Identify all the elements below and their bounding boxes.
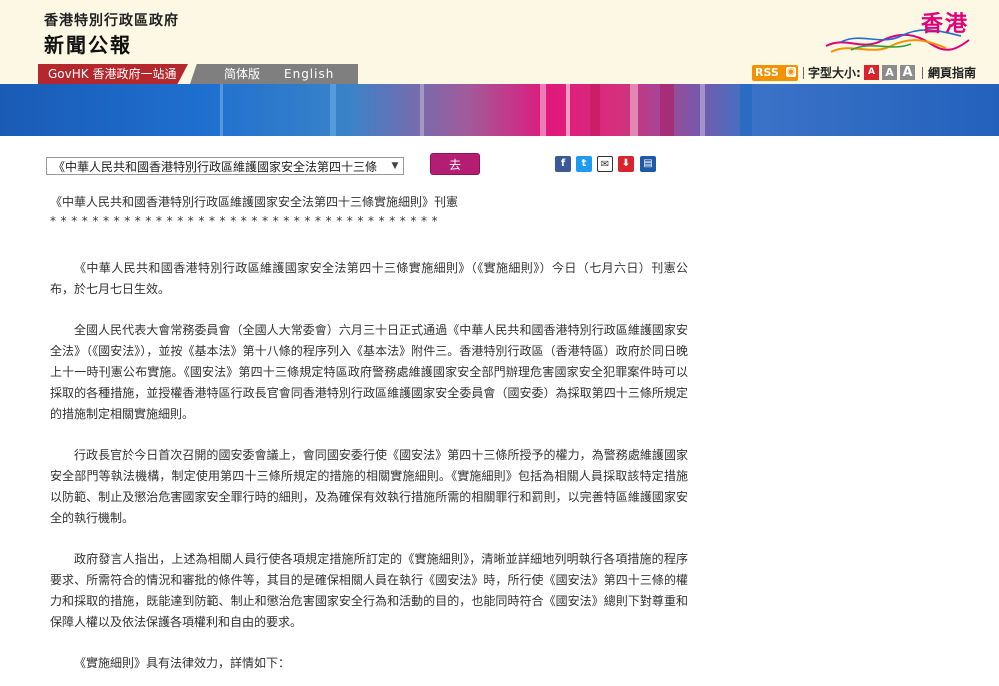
go-button[interactable]: 去 — [430, 153, 480, 175]
article-paragraph: 《實施細則》具有法律效力，詳情如下： — [74, 656, 291, 670]
banner-stripe — [660, 84, 674, 136]
top-nav-bar: GovHK 香港政府一站通 简体版 English RSS ◉ 字型大小: A … — [0, 62, 999, 84]
press-release-select[interactable]: 《中華人民共和國香港特別行政區維護國家安全法第四十三條 ▼ — [46, 157, 404, 175]
banner-stripe — [540, 84, 546, 136]
department-name: 香港特別行政區政府 — [44, 13, 179, 29]
banner-stripe — [740, 84, 752, 136]
divider — [803, 67, 804, 79]
font-size-large-button[interactable]: A — [900, 65, 915, 80]
rss-button[interactable]: RSS ◉ — [752, 65, 798, 81]
govhk-link[interactable]: GovHK 香港政府一站通 — [38, 64, 188, 84]
english-link[interactable]: English — [284, 64, 334, 84]
email-icon[interactable]: ✉ — [597, 156, 613, 172]
article-paragraph: 《中華人民共和國香港特別行政區維護國家安全法第四十三條實施細則》（《實施細則》）… — [50, 261, 688, 296]
font-size-small-button[interactable]: A — [864, 65, 879, 80]
select-value: 《中華人民共和國香港特別行政區維護國家安全法第四十三條 — [53, 160, 378, 174]
page-title[interactable]: 新聞公報 — [44, 29, 132, 58]
article-headline: 《中華人民共和國香港特別行政區維護國家安全法第四十三條實施細則》刊憲 — [50, 195, 459, 209]
print-icon[interactable]: ▤ — [640, 156, 656, 172]
simplified-chinese-link[interactable]: 简体版 — [224, 64, 260, 84]
banner-stripe — [590, 84, 600, 136]
banner-stripe — [220, 84, 223, 136]
article-body: 《中華人民共和國香港特別行政區維護國家安全法第四十三條實施細則》刊憲 *****… — [50, 194, 690, 686]
banner-stripe — [630, 84, 638, 136]
web-guide-link[interactable]: 網頁指南 — [928, 65, 976, 81]
site-header: 香港特別行政區政府 新聞公報 香港 — [0, 0, 999, 62]
brand-text: 香港 — [920, 11, 969, 37]
font-size-label: 字型大小: — [808, 66, 861, 80]
article-paragraph: 行政長官於今日首次召開的國安委會議上，會同國安委行使《國安法》第四十三條所授予的… — [50, 448, 688, 525]
header-banner — [0, 84, 999, 136]
rss-label: RSS — [755, 66, 779, 79]
divider — [922, 67, 923, 79]
download-icon[interactable]: ⬇ — [618, 156, 634, 172]
article-toolbar: 《中華人民共和國香港特別行政區維護國家安全法第四十三條 ▼ 去 f t ✉ ⬇ … — [0, 149, 999, 199]
article-paragraph: 全國人民代表大會常務委員會（全國人大常委會）六月三十日正式通過《中華人民共和國香… — [50, 323, 688, 421]
facebook-icon[interactable]: f — [555, 156, 571, 172]
banner-stripe — [566, 84, 570, 136]
article-paragraph: 政府發言人指出，上述為相關人員行使各項規定措施所訂定的《實施細則》，清晰並詳細地… — [50, 552, 688, 629]
rss-feed-icon: ◉ — [786, 67, 796, 77]
banner-stripe — [700, 84, 705, 136]
font-size-medium-button[interactable]: A — [882, 65, 897, 80]
twitter-icon[interactable]: t — [576, 156, 592, 172]
headline-separator: ************************************* — [50, 214, 443, 228]
banner-stripe — [420, 84, 424, 136]
chevron-down-icon: ▼ — [391, 161, 399, 171]
banner-stripe — [330, 84, 336, 136]
